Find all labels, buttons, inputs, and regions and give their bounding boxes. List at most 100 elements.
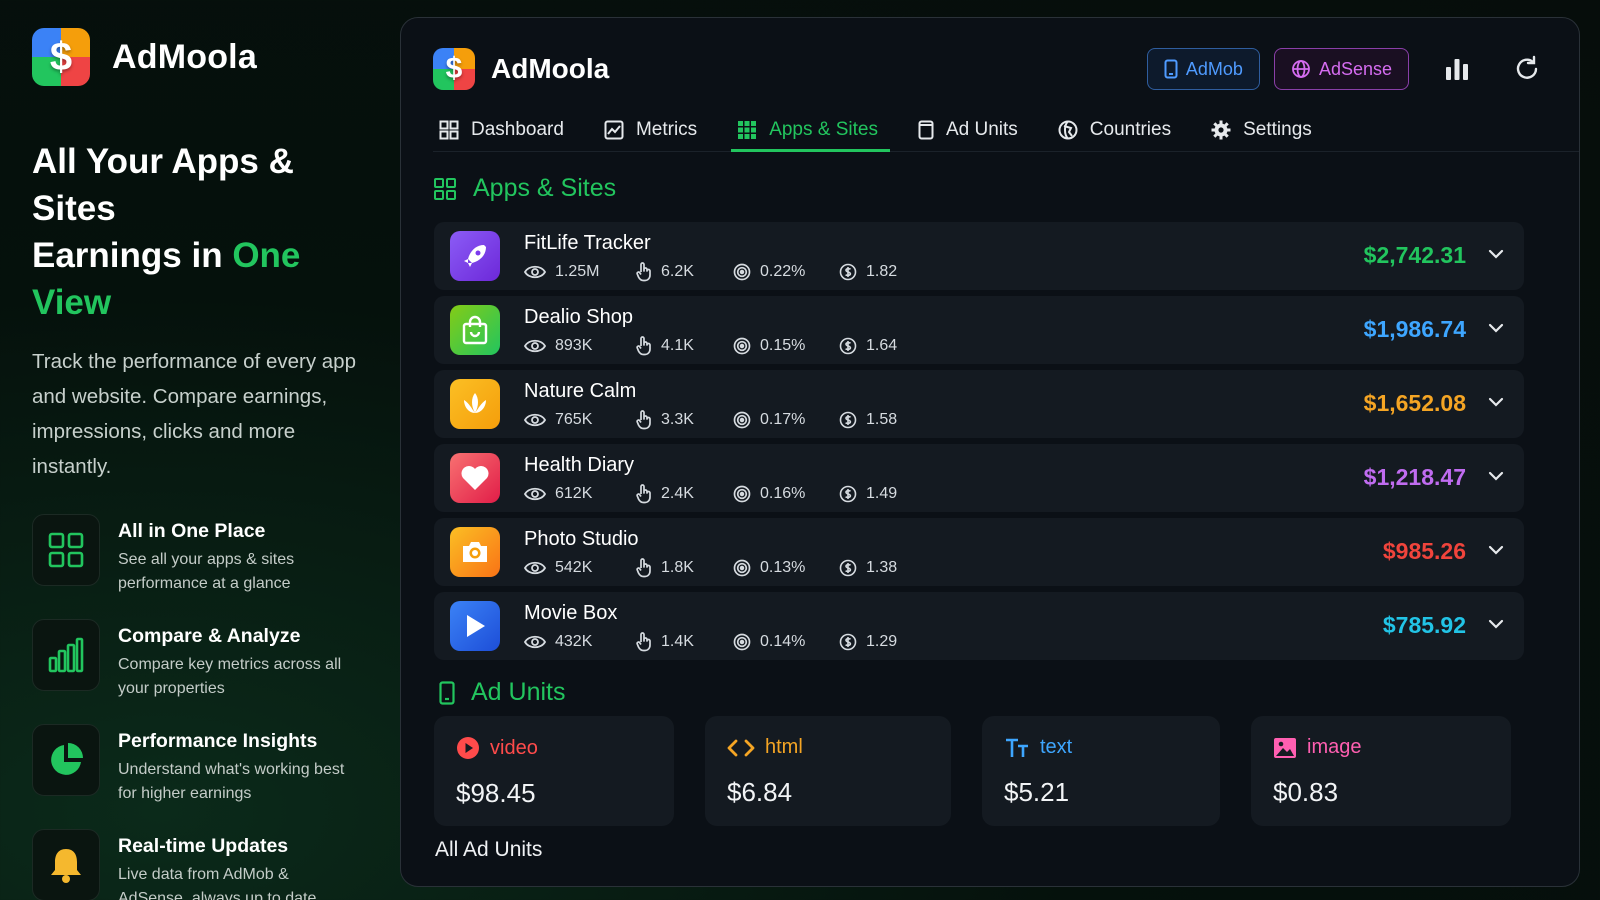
- target-icon: [733, 263, 751, 281]
- refresh-icon: [1516, 55, 1538, 79]
- app-name: Dealio Shop: [524, 306, 633, 328]
- app-earnings: $1,986.74: [1363, 316, 1466, 342]
- eye-icon: [524, 339, 546, 353]
- chevron-down-icon[interactable]: [1488, 616, 1504, 634]
- app-earnings: $785.92: [1382, 612, 1466, 638]
- ecpm-metric: 1.58: [839, 411, 919, 429]
- clicks-metric: 1.8K: [636, 558, 733, 578]
- tab-ad-units[interactable]: Ad Units: [912, 110, 1030, 150]
- ad-unit-card[interactable]: image $0.83: [1251, 716, 1511, 826]
- app-name: Photo Studio: [524, 528, 639, 550]
- chevron-down-icon[interactable]: [1488, 542, 1504, 560]
- tab-metrics[interactable]: Metrics: [598, 110, 709, 150]
- tab-dashboard[interactable]: Dashboard: [433, 110, 576, 150]
- section-title: Apps & Sites: [473, 174, 617, 202]
- eye-icon: [524, 561, 546, 575]
- feature-title: Real-time Updates: [118, 835, 289, 857]
- gear-icon: [1211, 120, 1231, 140]
- pointer-hand-icon: [636, 262, 651, 282]
- clicks-metric: 1.4K: [636, 632, 733, 652]
- eye-icon: [524, 265, 546, 279]
- app-earnings: $1,652.08: [1363, 390, 1466, 416]
- clicks-metric: 6.2K: [636, 262, 733, 282]
- ad-unit-cards: video $98.45 html $6.84 text $5.21 image $0.83: [434, 716, 1511, 826]
- app-earnings: $1,218.47: [1363, 464, 1466, 490]
- tab-apps-sites[interactable]: Apps & Sites: [731, 110, 890, 152]
- app-earnings: $985.26: [1382, 538, 1466, 564]
- dollar-coin-icon: [839, 485, 857, 503]
- dollar-coin-icon: [839, 337, 857, 355]
- adsense-source-button[interactable]: AdSense: [1273, 48, 1409, 90]
- bar-chart-icon: [1446, 59, 1468, 80]
- top-bar: $ AdMoola AdMob AdSense: [433, 44, 1549, 94]
- impressions-metric: 612K: [524, 485, 636, 503]
- ad-unit-earnings: $5.21: [1004, 777, 1070, 807]
- marketing-panel: $ AdMoola All Your Apps & Sites Earnings…: [32, 28, 382, 900]
- app-row[interactable]: Movie Box 432K 1.4K 0.14% 1.29 $785.92: [434, 592, 1524, 660]
- ad-unit-card[interactable]: text $5.21: [982, 716, 1220, 826]
- ad-units-heading: Ad Units: [439, 678, 565, 707]
- app-name: Health Diary: [524, 454, 635, 476]
- impressions-metric: 765K: [524, 411, 636, 429]
- app-row[interactable]: Photo Studio 542K 1.8K 0.13% 1.38 $985.26: [434, 518, 1524, 586]
- adsense-label: AdSense: [1318, 58, 1392, 79]
- ad-unit-type: image: [1307, 736, 1362, 758]
- shopping-bag-icon: [450, 305, 500, 355]
- ad-unit-type: html: [765, 736, 803, 758]
- tab-label: Settings: [1243, 119, 1312, 140]
- heart-icon: [450, 453, 500, 503]
- app-row[interactable]: Dealio Shop 893K 4.1K 0.15% 1.64 $1,986.74: [434, 296, 1524, 364]
- ad-unit-card[interactable]: video $98.45: [434, 716, 674, 826]
- app-row[interactable]: FitLife Tracker 1.25M 6.2K 0.22% 1.82 $2,742.…: [434, 222, 1524, 290]
- chevron-down-icon[interactable]: [1488, 394, 1504, 412]
- feature-list: All in One Place See all your apps & sit…: [32, 514, 382, 900]
- headline-line-2: Earnings in: [32, 236, 233, 275]
- text-size-icon: [1004, 737, 1030, 759]
- impressions-metric: 542K: [524, 559, 636, 577]
- feature-title: All in One Place: [118, 520, 266, 542]
- pointer-hand-icon: [636, 484, 651, 504]
- chevron-down-icon[interactable]: [1488, 320, 1504, 338]
- tab-label: Countries: [1089, 119, 1172, 140]
- target-icon: [733, 559, 751, 577]
- tab-countries[interactable]: Countries: [1052, 110, 1183, 150]
- dollar-coin-icon: [839, 633, 857, 651]
- apps-list: FitLife Tracker 1.25M 6.2K 0.22% 1.82 $2,742.…: [434, 222, 1524, 666]
- ctr-metric: 0.13%: [733, 559, 839, 577]
- feature-item: Real-time Updates Live data from AdMob &…: [32, 829, 382, 900]
- ctr-metric: 0.14%: [733, 633, 839, 651]
- ctr-metric: 0.17%: [733, 411, 839, 429]
- globe-icon: [1058, 120, 1078, 140]
- feature-desc: Understand what's working best for highe…: [118, 761, 345, 802]
- target-icon: [733, 485, 751, 503]
- impressions-metric: 432K: [524, 633, 636, 651]
- apps-sites-heading: Apps & Sites: [433, 174, 616, 203]
- headline-line-1: All Your Apps & Sites: [32, 142, 294, 228]
- app-window: $ AdMoola AdMob AdSense Dashboard Metric…: [400, 17, 1580, 887]
- feature-title: Compare & Analyze: [118, 625, 301, 647]
- refresh-button[interactable]: [1505, 47, 1549, 91]
- target-icon: [733, 633, 751, 651]
- app-row[interactable]: Nature Calm 765K 3.3K 0.17% 1.58 $1,652.08: [434, 370, 1524, 438]
- target-icon: [733, 337, 751, 355]
- pointer-hand-icon: [636, 410, 651, 430]
- phone-icon: [439, 680, 455, 705]
- camera-icon: [450, 527, 500, 577]
- app-row[interactable]: Health Diary 612K 2.4K 0.16% 1.49 $1,218.47: [434, 444, 1524, 512]
- stats-button[interactable]: [1435, 47, 1479, 91]
- ad-unit-card[interactable]: html $6.84: [705, 716, 951, 826]
- ctr-metric: 0.16%: [733, 485, 839, 503]
- all-ad-units-label: All Ad Units: [435, 838, 543, 861]
- pointer-hand-icon: [636, 558, 651, 578]
- pointer-hand-icon: [636, 336, 651, 356]
- ad-unit-earnings: $98.45: [456, 778, 536, 808]
- chevron-down-icon[interactable]: [1488, 246, 1504, 264]
- chevron-down-icon[interactable]: [1488, 468, 1504, 486]
- tab-settings[interactable]: Settings: [1205, 110, 1324, 150]
- feature-item: Performance Insights Understand what's w…: [32, 724, 382, 802]
- lotus-icon: [450, 379, 500, 429]
- ad-unit-type: text: [1040, 736, 1073, 758]
- admob-label: AdMob: [1185, 58, 1243, 79]
- clicks-metric: 2.4K: [636, 484, 733, 504]
- admob-source-button[interactable]: AdMob: [1146, 48, 1260, 90]
